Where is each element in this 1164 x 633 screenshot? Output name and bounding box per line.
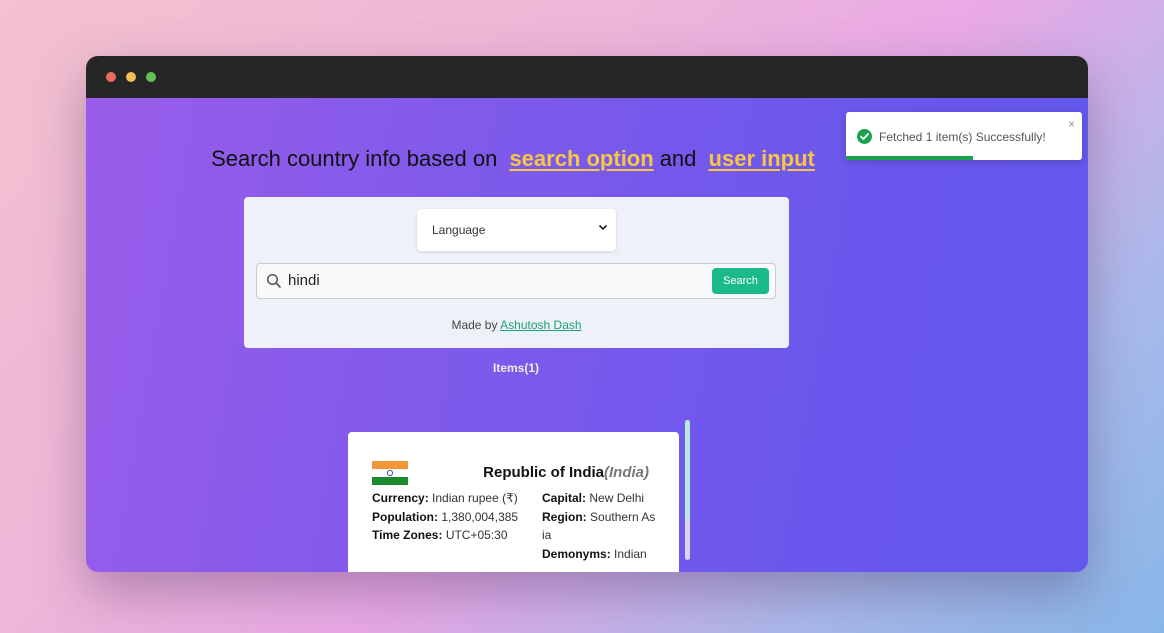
toast-message: Fetched 1 item(s) Successfully! xyxy=(879,130,1046,144)
search-button[interactable]: Search xyxy=(712,268,769,294)
region-label: Region: xyxy=(542,509,587,524)
currency-label: Currency: xyxy=(372,491,429,505)
official-name: Republic of India xyxy=(483,464,604,481)
toast-progress-bar xyxy=(846,156,974,160)
close-window-dot[interactable] xyxy=(106,72,116,82)
scrollbar-thumb[interactable] xyxy=(685,420,690,520)
search-input[interactable]: hindi Search xyxy=(256,263,776,299)
credit-line: Made by Ashutosh Dash xyxy=(244,318,789,332)
demonyms-value: Indian xyxy=(614,546,647,561)
search-input-value: hindi xyxy=(288,272,320,289)
india-flag-icon xyxy=(372,461,408,485)
search-option-value: Language xyxy=(432,223,486,237)
app-content: Search country info based on search opti… xyxy=(86,98,1088,572)
search-icon xyxy=(266,273,282,289)
credit-prefix: Made by xyxy=(451,318,498,332)
heading-prefix: Search country info based on xyxy=(211,146,498,171)
search-option-select[interactable]: Language xyxy=(417,209,616,251)
population-value: 1,380,004,385 xyxy=(441,509,519,524)
user-input-link[interactable]: user input xyxy=(709,146,815,171)
demonyms-label: Demonyms: xyxy=(542,546,611,561)
items-count: Items(1) xyxy=(492,361,539,375)
common-name: (India) xyxy=(604,464,649,481)
country-name: Republic of India(India) xyxy=(483,464,649,481)
author-link[interactable]: Ashutosh Dash xyxy=(500,318,581,332)
country-details-right: Capital: New Delhi Region: Southern As i… xyxy=(542,489,662,563)
country-details-left: Currency: Indian rupee (₹) Population: 1… xyxy=(372,489,537,545)
population-label: Population: xyxy=(372,509,438,524)
search-option-link[interactable]: search option xyxy=(509,146,653,171)
page-heading: Search country info based on search opti… xyxy=(86,146,946,172)
capital-value: New Delhi xyxy=(589,491,645,505)
success-check-icon xyxy=(857,129,872,144)
maximize-window-dot[interactable] xyxy=(146,72,156,82)
chevron-down-icon xyxy=(598,222,608,235)
results-scrollbar[interactable] xyxy=(685,420,690,560)
toast-close-icon[interactable]: × xyxy=(1068,117,1075,131)
country-card: Republic of India(India) Currency: India… xyxy=(348,432,679,572)
window-titlebar xyxy=(86,56,1088,98)
timezones-label: Time Zones: xyxy=(372,528,443,542)
timezones-value: UTC+05:30 xyxy=(445,528,508,542)
search-panel: Language hindi Search Made by Ashutosh D… xyxy=(244,197,789,348)
success-toast: Fetched 1 item(s) Successfully! × xyxy=(846,112,1082,160)
heading-conjunction: and xyxy=(659,146,697,171)
capital-label: Capital: xyxy=(542,491,587,505)
minimize-window-dot[interactable] xyxy=(126,72,136,82)
currency-value: Indian rupee (₹) xyxy=(432,491,518,505)
